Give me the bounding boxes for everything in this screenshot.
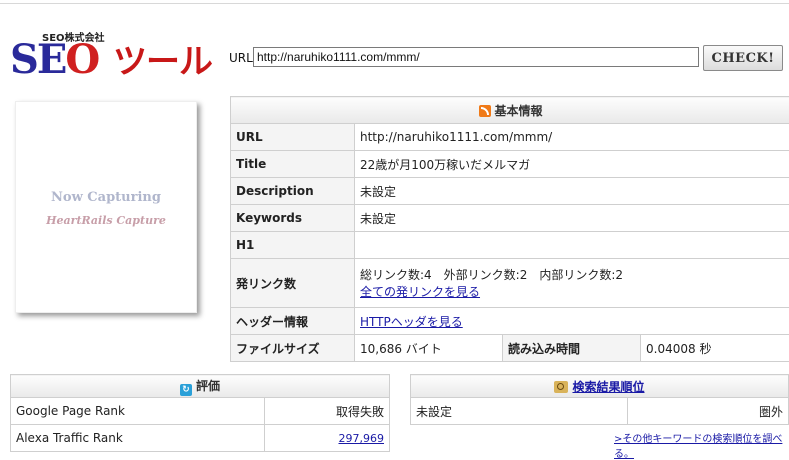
table-row: Title 22歳が月100万稼いだメルマガ — [231, 151, 789, 178]
table-row: Description 未設定 — [231, 178, 789, 205]
header-info-cell: HTTPヘッダを見る — [355, 308, 789, 335]
alexa-key: Alexa Traffic Rank — [11, 425, 265, 452]
links-count-text: 総リンク数:4 外部リンク数:2 内部リンク数:2 — [360, 266, 785, 283]
pagerank-key: Google Page Rank — [11, 398, 265, 425]
evaluation-table: ↻評価 Google Page Rank 取得失敗 Alexa Traffic … — [10, 374, 390, 452]
check-button[interactable]: CHECK! — [703, 45, 783, 71]
title-value: 22歳が月100万稼いだメルマガ — [355, 151, 789, 178]
alexa-value-cell: 297,969 — [265, 425, 390, 452]
keywords-value: 未設定 — [355, 205, 789, 232]
url-value: http://naruhiko1111.com/mmm/ — [355, 124, 789, 151]
basic-info-header: 基本情報 — [231, 97, 789, 124]
logo-tool-text: ツール — [113, 42, 212, 82]
heartrails-capture-text: HeartRails Capture — [16, 214, 196, 227]
site-thumbnail: Now Capturing HeartRails Capture — [15, 101, 197, 313]
search-icon — [554, 381, 568, 393]
table-row: Google Page Rank 取得失敗 — [11, 398, 390, 425]
more-keywords-link[interactable]: >その他キーワードの検索順位を調べる。 — [614, 430, 789, 460]
table-row: Keywords 未設定 — [231, 205, 789, 232]
search-rank-table: 検索結果順位 未設定 圏外 — [410, 374, 789, 425]
url-key: URL — [231, 124, 355, 151]
now-capturing-text: Now Capturing — [16, 190, 196, 205]
table-row: ファイルサイズ 10,686 バイト 読み込み時間 0.04008 秒 — [231, 335, 789, 362]
title-key: Title — [231, 151, 355, 178]
table-row: 未設定 圏外 — [411, 398, 789, 425]
h1-key: H1 — [231, 232, 355, 259]
pagerank-value: 取得失敗 — [265, 398, 390, 425]
table-row: URL http://naruhiko1111.com/mmm/ — [231, 124, 789, 151]
table-row: ヘッダー情報 HTTPヘッダを見る — [231, 308, 789, 335]
search-rank-header: 検索結果順位 — [411, 375, 789, 398]
header-info-key: ヘッダー情報 — [231, 308, 355, 335]
description-key: Description — [231, 178, 355, 205]
site-logo[interactable]: SEO株式会社 SEO ツール — [8, 18, 223, 80]
url-input[interactable] — [253, 47, 699, 67]
h1-value — [355, 232, 789, 259]
keyword-key: 未設定 — [411, 398, 628, 425]
refresh-icon: ↻ — [180, 384, 192, 396]
table-row: 発リンク数 総リンク数:4 外部リンク数:2 内部リンク数:2 全ての発リンクを… — [231, 259, 789, 308]
links-key: 発リンク数 — [231, 259, 355, 308]
table-row: H1 — [231, 232, 789, 259]
links-value-cell: 総リンク数:4 外部リンク数:2 内部リンク数:2 全ての発リンクを見る — [355, 259, 789, 308]
top-divider — [0, 3, 789, 4]
all-links-link[interactable]: 全ての発リンクを見る — [360, 285, 480, 299]
table-row: Alexa Traffic Rank 297,969 — [11, 425, 390, 452]
url-label: URL — [229, 51, 253, 65]
http-header-link[interactable]: HTTPヘッダを見る — [360, 315, 463, 329]
filesize-key: ファイルサイズ — [231, 335, 355, 362]
search-rank-link[interactable]: 検索結果順位 — [572, 380, 644, 394]
logo-seo-text: SEO — [10, 38, 98, 82]
rss-icon — [479, 105, 491, 117]
description-value: 未設定 — [355, 178, 789, 205]
basic-info-table: 基本情報 URL http://naruhiko1111.com/mmm/ Ti… — [230, 96, 789, 362]
evaluation-header: ↻評価 — [11, 375, 390, 398]
load-time-key: 読み込み時間 — [503, 335, 641, 362]
filesize-value: 10,686 バイト — [355, 335, 503, 362]
keyword-rank-value: 圏外 — [627, 398, 788, 425]
load-time-value: 0.04008 秒 — [641, 335, 789, 362]
keywords-key: Keywords — [231, 205, 355, 232]
alexa-rank-link[interactable]: 297,969 — [339, 432, 385, 445]
